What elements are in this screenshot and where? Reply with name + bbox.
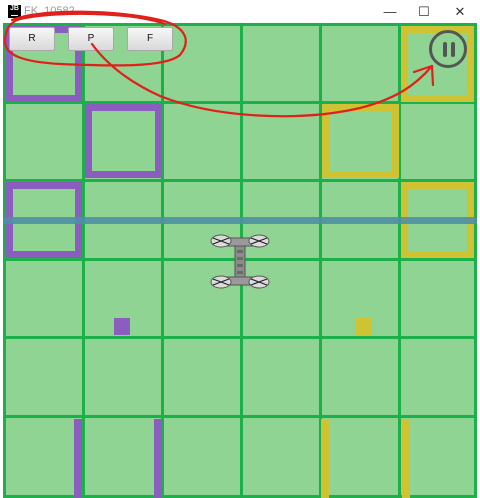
minimize-button[interactable]: — (372, 0, 408, 23)
close-button[interactable]: ✕ (442, 0, 478, 23)
yellow-target-box (322, 104, 399, 178)
horizontal-bar (3, 217, 477, 224)
close-icon: ✕ (454, 3, 466, 19)
pause-button[interactable] (429, 30, 467, 68)
purple-bar (74, 419, 82, 498)
r-button[interactable]: R (9, 27, 55, 51)
maximize-icon: ☐ (418, 3, 430, 19)
minimize-icon: — (383, 4, 397, 19)
window-titlebar: JB FK_10582 — ☐ ✕ (0, 0, 480, 23)
f-button[interactable]: F (127, 27, 173, 51)
purple-target-box (85, 104, 162, 178)
grid-line-horizontal (3, 415, 477, 418)
window-title: FK_10582 (24, 5, 75, 17)
app-icon: JB (8, 5, 21, 18)
maximize-button[interactable]: ☐ (406, 0, 442, 23)
purple-marker (114, 318, 130, 335)
yellow-marker (356, 318, 372, 335)
pause-icon (443, 42, 447, 57)
yellow-bar (402, 419, 410, 498)
yellow-bar (321, 419, 329, 498)
grid-line-horizontal (3, 336, 477, 339)
drone-icon[interactable] (210, 230, 270, 294)
p-button[interactable]: P (68, 27, 114, 51)
purple-bar (154, 419, 162, 498)
